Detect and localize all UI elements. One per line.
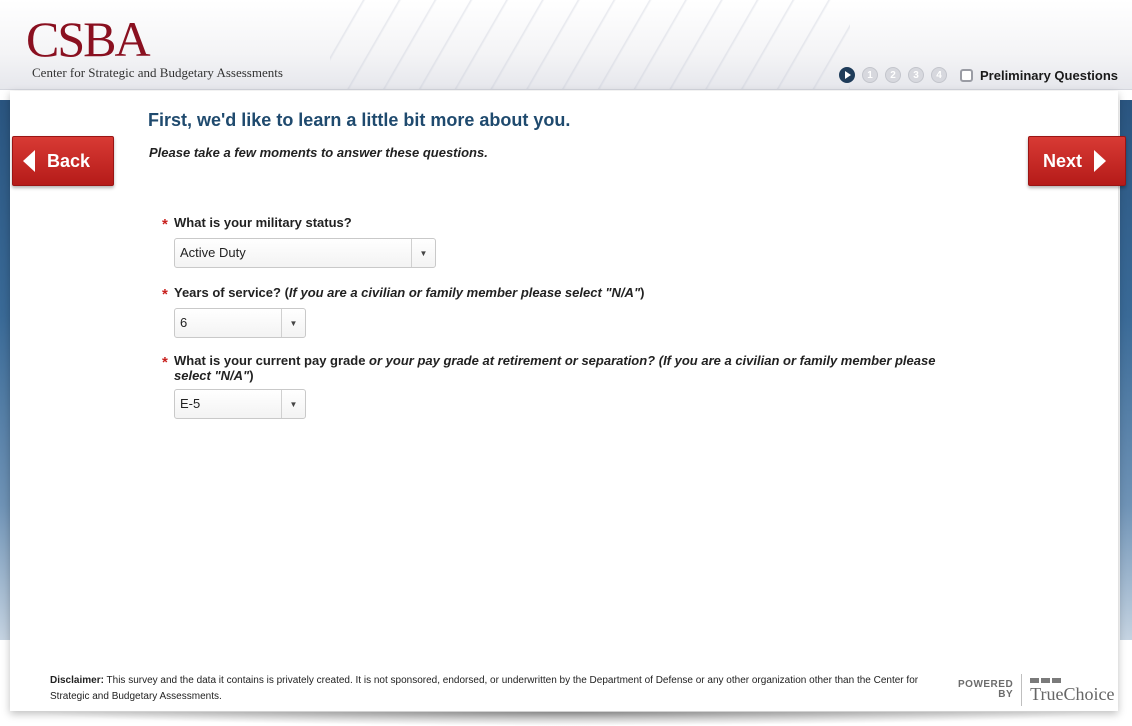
truechoice-logo: TrueChoice xyxy=(1030,677,1115,704)
divider xyxy=(1021,674,1023,706)
card-shadow xyxy=(30,712,1100,726)
progress-step-2: 2 xyxy=(885,67,901,83)
triangle-left-icon xyxy=(23,150,35,172)
question-military-status: * What is your military status? Active D… xyxy=(162,215,436,268)
page-title: First, we'd like to learn a little bit m… xyxy=(148,110,571,130)
pay-grade-value: E-5 xyxy=(180,396,201,411)
progress-current-icon xyxy=(839,67,855,83)
csba-logo: CSBA xyxy=(26,11,151,67)
question-text-italic: If you are a civilian or family member p… xyxy=(288,285,641,300)
page-header: CSBA Center for Strategic and Budgetary … xyxy=(0,0,1132,90)
powered-by-label: POWERED BY xyxy=(958,680,1013,700)
next-button-label: Next xyxy=(1043,150,1083,171)
powered-line-2: BY xyxy=(998,689,1014,700)
progress-step-3: 3 xyxy=(908,67,924,83)
question-text-main: What is your current pay grade xyxy=(174,353,370,368)
back-button-label: Back xyxy=(47,150,91,171)
pay-grade-select[interactable]: E-5 ▼ xyxy=(174,389,306,419)
triangle-down-icon: ▼ xyxy=(281,309,305,337)
military-status-select[interactable]: Active Duty ▼ xyxy=(174,238,436,268)
question-label: * What is your current pay grade or your… xyxy=(162,353,964,383)
header-decoration xyxy=(330,0,850,89)
triangle-down-icon: ▼ xyxy=(281,390,305,418)
back-button[interactable]: Back xyxy=(12,136,114,186)
question-text-main: Years of service? ( xyxy=(174,285,289,300)
checkbox-icon xyxy=(960,68,973,82)
next-button[interactable]: Next xyxy=(1028,136,1126,186)
question-years-of-service: * Years of service? (If you are a civili… xyxy=(162,285,644,338)
required-asterisk: * xyxy=(162,216,168,233)
years-of-service-value: 6 xyxy=(180,315,188,330)
question-label: * What is your military status? xyxy=(162,215,436,232)
truechoice-blocks-icon xyxy=(1030,677,1062,683)
question-text-suffix: ) xyxy=(640,285,645,300)
question-text: Years of service? (If you are a civilian… xyxy=(174,285,644,302)
page-subtitle: Please take a few moments to answer thes… xyxy=(149,145,488,160)
question-text: What is your current pay grade or your p… xyxy=(174,353,964,383)
question-text-main: What is your military status? xyxy=(174,215,352,230)
required-asterisk: * xyxy=(162,354,168,371)
powered-by-truechoice[interactable]: POWERED BY TrueChoice xyxy=(958,672,1115,708)
progress-step-1: 1 xyxy=(862,67,878,83)
question-pay-grade: * What is your current pay grade or your… xyxy=(162,353,964,419)
question-text-suffix: ) xyxy=(249,368,254,383)
progress-indicator: 1 2 3 4 Preliminary Questions xyxy=(839,66,1118,84)
disclaimer: Disclaimer: This survey and the data it … xyxy=(50,673,940,705)
question-text: What is your military status? xyxy=(174,215,352,232)
truechoice-wordmark: TrueChoice xyxy=(1030,683,1115,704)
triangle-down-icon: ▼ xyxy=(411,239,435,267)
years-of-service-select[interactable]: 6 ▼ xyxy=(174,308,306,338)
progress-step-4: 4 xyxy=(931,67,947,83)
triangle-right-icon xyxy=(1094,150,1107,172)
disclaimer-label: Disclaimer: xyxy=(50,675,104,686)
progress-current-label: Preliminary Questions xyxy=(980,67,1118,83)
disclaimer-text: This survey and the data it contains is … xyxy=(50,675,919,702)
military-status-value: Active Duty xyxy=(180,245,246,260)
question-label: * Years of service? (If you are a civili… xyxy=(162,285,644,302)
required-asterisk: * xyxy=(162,286,168,303)
org-name: Center for Strategic and Budgetary Asses… xyxy=(32,65,283,80)
